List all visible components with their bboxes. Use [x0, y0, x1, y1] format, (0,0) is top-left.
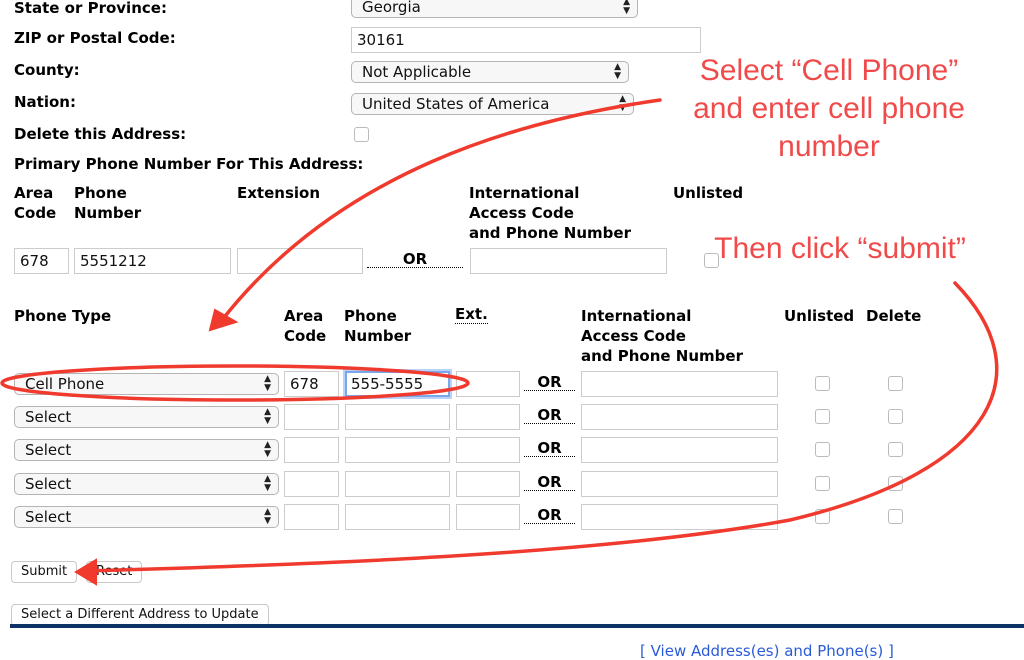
phone-type-value: Select — [25, 441, 72, 459]
primary-area-code-input[interactable]: 678 — [14, 248, 69, 274]
international-input[interactable] — [581, 471, 778, 497]
phone-type-select[interactable]: Select ▲ ▼ — [14, 506, 279, 528]
phone-type-select[interactable]: Cell Phone ▲ ▼ — [14, 373, 279, 395]
phone-type-value: Select — [25, 475, 72, 493]
international-header: International Access Code and Phone Numb… — [581, 307, 743, 365]
county-select[interactable]: Not Applicable ▲ ▼ — [351, 61, 629, 83]
phone-type-header: Phone Type — [14, 307, 112, 325]
state-label: State or Province: — [14, 0, 167, 17]
select-arrows-icon: ▲ ▼ — [264, 440, 271, 459]
area-code-input[interactable]: 678 — [284, 371, 339, 397]
delete-checkbox[interactable] — [888, 442, 903, 457]
county-value: Not Applicable — [362, 63, 472, 81]
unlisted-checkbox[interactable] — [815, 376, 830, 391]
primary-international-header: International Access Code and Phone Numb… — [469, 184, 631, 242]
select-arrows-icon: ▲ ▼ — [614, 62, 621, 81]
delete-address-label: Delete this Address: — [14, 125, 187, 143]
nation-select[interactable]: United States of America ▲ ▼ — [351, 93, 634, 115]
unlisted-checkbox[interactable] — [815, 476, 830, 491]
delete-checkbox[interactable] — [888, 476, 903, 491]
or-label: OR — [524, 407, 575, 424]
primary-international-input[interactable] — [470, 248, 667, 274]
or-label: OR — [524, 374, 575, 391]
primary-or-label: OR — [367, 251, 463, 268]
phone-type-select[interactable]: Select ▲ ▼ — [14, 473, 279, 495]
view-addresses-link[interactable]: [ View Address(es) and Phone(s) ] — [640, 642, 894, 660]
primary-extension-input[interactable] — [237, 248, 363, 274]
phone-type-select[interactable]: Select ▲ ▼ — [14, 406, 279, 428]
area-code-input[interactable] — [284, 504, 339, 530]
primary-phone-number-input[interactable]: 5551212 — [74, 248, 231, 274]
phone-number-input[interactable] — [345, 504, 450, 530]
primary-phone-title: Primary Phone Number For This Address: — [14, 155, 364, 173]
phone-number-input[interactable] — [345, 471, 450, 497]
unlisted-checkbox[interactable] — [815, 409, 830, 424]
submit-button[interactable]: Submit — [11, 561, 78, 583]
state-select[interactable]: Georgia ▲ ▼ — [351, 0, 638, 18]
footer-divider — [10, 624, 1024, 628]
zip-input[interactable]: 30161 — [351, 27, 701, 53]
international-input[interactable] — [581, 371, 778, 397]
unlisted-checkbox[interactable] — [815, 509, 830, 524]
delete-header: Delete — [866, 307, 922, 325]
ext-input[interactable] — [456, 504, 520, 530]
phone-type-value: Select — [25, 508, 72, 526]
state-value: Georgia — [362, 0, 421, 16]
international-input[interactable] — [581, 404, 778, 430]
ext-input[interactable] — [456, 404, 520, 430]
select-arrows-icon: ▲ ▼ — [623, 0, 630, 16]
annotation-select-cell-phone: Select “Cell Phone” and enter cell phone… — [693, 54, 965, 163]
ext-input[interactable] — [456, 471, 520, 497]
ext-input[interactable] — [456, 371, 520, 397]
phone-number-header: Phone Number — [344, 307, 412, 345]
area-code-input[interactable] — [284, 437, 339, 463]
area-code-header: Area Code — [284, 307, 327, 345]
zip-label: ZIP or Postal Code: — [14, 29, 176, 47]
unlisted-checkbox[interactable] — [815, 442, 830, 457]
international-input[interactable] — [581, 504, 778, 530]
phone-type-value: Select — [25, 408, 72, 426]
primary-phone-number-header: Phone Number — [74, 184, 142, 222]
reset-button[interactable]: Reset — [86, 561, 143, 583]
ext-header: Ext. — [455, 305, 488, 324]
delete-address-checkbox[interactable] — [354, 127, 369, 142]
select-arrows-icon: ▲ ▼ — [619, 94, 626, 113]
select-different-address-button[interactable]: Select a Different Address to Update — [11, 604, 269, 626]
unlisted-header: Unlisted — [784, 307, 855, 325]
arrow-to-phone-type-head — [208, 308, 239, 332]
phone-type-value: Cell Phone — [25, 375, 105, 393]
primary-extension-header: Extension — [237, 184, 320, 202]
or-label: OR — [524, 474, 575, 491]
delete-checkbox[interactable] — [888, 376, 903, 391]
primary-unlisted-header: Unlisted — [673, 184, 744, 202]
nation-value: United States of America — [362, 95, 550, 113]
annotation-click-submit: Then click “submit” — [714, 232, 966, 265]
delete-checkbox[interactable] — [888, 409, 903, 424]
area-code-input[interactable] — [284, 404, 339, 430]
phone-type-select[interactable]: Select ▲ ▼ — [14, 439, 279, 461]
select-arrows-icon: ▲ ▼ — [264, 474, 271, 493]
delete-checkbox[interactable] — [888, 509, 903, 524]
or-label: OR — [524, 440, 575, 457]
or-label: OR — [524, 507, 575, 524]
phone-number-input[interactable]: 555-5555 — [345, 371, 450, 397]
phone-number-input[interactable] — [345, 404, 450, 430]
select-arrows-icon: ▲ ▼ — [264, 374, 271, 393]
international-input[interactable] — [581, 437, 778, 463]
county-label: County: — [14, 61, 80, 79]
phone-number-input[interactable] — [345, 437, 450, 463]
primary-area-code-header: Area Code — [14, 184, 57, 222]
select-arrows-icon: ▲ ▼ — [264, 407, 271, 426]
nation-label: Nation: — [14, 93, 76, 111]
select-arrows-icon: ▲ ▼ — [264, 507, 271, 526]
ext-input[interactable] — [456, 437, 520, 463]
area-code-input[interactable] — [284, 471, 339, 497]
